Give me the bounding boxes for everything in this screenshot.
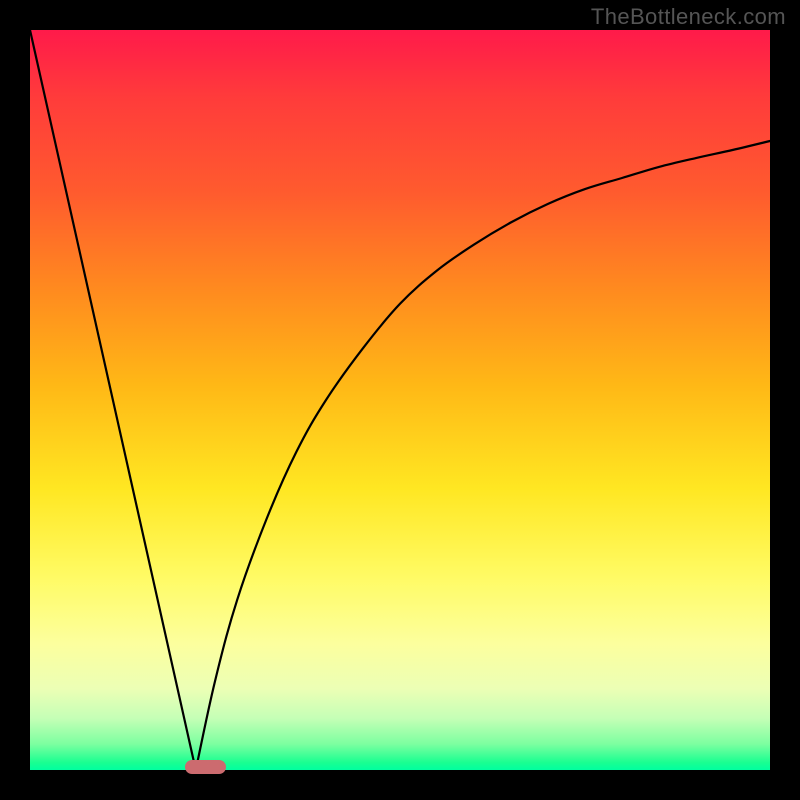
watermark-text: TheBottleneck.com [591, 4, 786, 30]
plot-area [30, 30, 770, 770]
chart-container: TheBottleneck.com [0, 0, 800, 800]
optimal-marker [185, 760, 226, 774]
curve-left-branch [30, 30, 196, 770]
curve-right-branch [196, 141, 770, 770]
bottleneck-curve [30, 30, 770, 770]
